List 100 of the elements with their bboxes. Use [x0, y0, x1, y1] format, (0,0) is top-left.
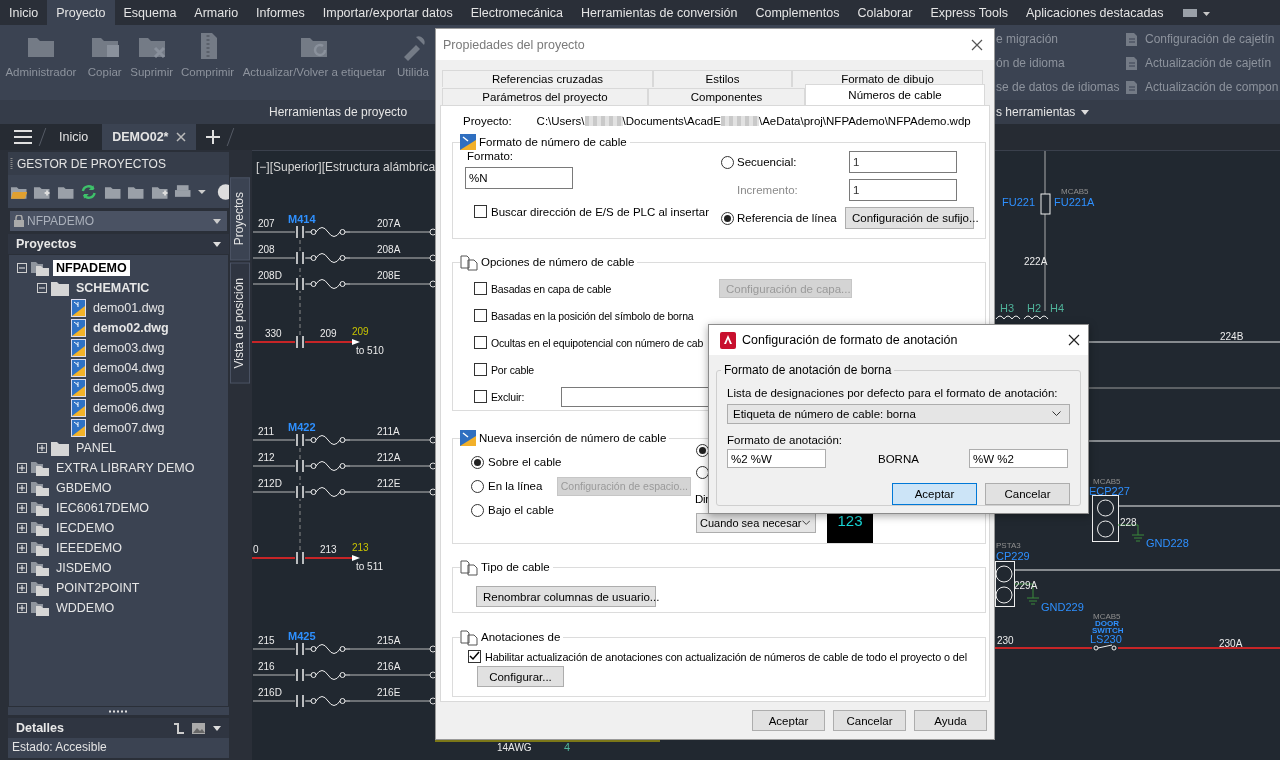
format-field[interactable]: %N [465, 167, 573, 189]
tree-item[interactable]: GBDEMO [53, 480, 115, 496]
number-preview: 123 [827, 513, 873, 543]
designation-dropdown[interactable]: Etiqueta de número de cable: borna [727, 404, 1070, 424]
tree-item[interactable]: WDDEMO [53, 600, 118, 616]
checkbox[interactable] [474, 390, 487, 403]
menu-item[interactable]: Esquema [114, 0, 186, 25]
add-icon[interactable] [206, 130, 221, 144]
dialog-button[interactable]: Aceptar [752, 710, 825, 731]
tab[interactable]: Números de cable [805, 84, 985, 105]
dialog-button[interactable]: Cancelar [833, 710, 906, 731]
expander-icon[interactable] [17, 263, 27, 273]
menu-item[interactable]: Herramientas de conversión [572, 0, 747, 25]
dialog-button[interactable]: Aceptar [892, 483, 977, 505]
expander-icon[interactable] [17, 543, 27, 553]
tree-item[interactable]: demo07.dwg [90, 420, 168, 436]
project-dropdown[interactable]: NFPADEMO [10, 211, 227, 231]
expander-icon[interactable] [17, 483, 27, 493]
expander-icon[interactable] [17, 503, 27, 513]
menu-item[interactable]: Informes [247, 0, 314, 25]
checkbox[interactable] [474, 309, 487, 322]
document-tab[interactable]: DEMO02* [102, 124, 197, 150]
radio-button[interactable] [471, 503, 484, 517]
dialog-button[interactable]: Cancelar [985, 483, 1070, 505]
expander-icon[interactable] [37, 443, 47, 453]
tree-item[interactable]: demo02.dwg [90, 320, 172, 336]
expander-icon[interactable] [17, 603, 27, 613]
chevron-down-icon [801, 520, 810, 526]
tree-item[interactable]: EXTRA LIBRARY DEMO [53, 460, 198, 476]
checkbox[interactable] [474, 205, 487, 218]
image-icon[interactable] [192, 722, 205, 734]
menu-item[interactable]: Importar/exportar datos [313, 0, 462, 25]
menu-item[interactable]: Colaborar [848, 0, 922, 25]
tree-item[interactable]: SCHEMATIC [73, 280, 153, 296]
side-tab[interactable]: Vista de posición [230, 263, 250, 384]
wire-number: 216A [377, 661, 401, 672]
tree-item[interactable]: demo06.dwg [90, 400, 168, 416]
grip-icon[interactable] [10, 157, 13, 170]
tab[interactable]: Parámetros del proyecto [442, 88, 648, 105]
tree-item[interactable]: PANEL [73, 440, 120, 456]
terminal-symbol [429, 671, 437, 679]
tree-item[interactable]: demo04.dwg [90, 360, 168, 376]
menu-icon[interactable] [14, 130, 32, 144]
refresh-icon[interactable] [80, 182, 98, 201]
radio-label: Referencia de línea [737, 212, 838, 224]
checkbox[interactable] [474, 282, 487, 295]
direction-dropdown[interactable]: Cuando sea necesar [696, 513, 816, 533]
expander-icon[interactable] [17, 563, 27, 573]
menu-item[interactable]: Express Tools [921, 0, 1017, 25]
menu-item[interactable]: Proyecto [47, 0, 115, 25]
workspace-icon[interactable] [1182, 8, 1213, 18]
start-field[interactable]: 1 [849, 151, 957, 173]
tree-item[interactable]: IECDEMO [53, 520, 118, 536]
expander-icon[interactable] [17, 523, 27, 533]
terminal-symbol [429, 462, 437, 470]
caret-icon[interactable] [213, 725, 221, 731]
tab[interactable]: Estilos [653, 70, 792, 87]
expander-icon[interactable] [17, 583, 27, 593]
list-view-icon[interactable] [173, 722, 184, 734]
viewport-controls[interactable]: [−][Superior][Estructura alámbrica [256, 160, 436, 174]
tree-item[interactable]: IEEEDEMO [53, 540, 125, 556]
menu-item[interactable]: Armario [185, 0, 248, 25]
group-title: Formato de número de cable [479, 136, 627, 148]
expander-icon[interactable] [17, 463, 27, 473]
configure-button[interactable]: Configurar... [477, 666, 564, 687]
close-icon[interactable] [1068, 334, 1080, 346]
checkbox[interactable] [474, 363, 487, 376]
tab[interactable]: Referencias cruzadas [442, 70, 653, 87]
checkbox[interactable] [474, 336, 487, 349]
drawing-label: LS230 [1090, 634, 1122, 645]
tree-item[interactable]: demo03.dwg [90, 340, 168, 356]
expander-icon[interactable] [37, 283, 47, 293]
tree-item[interactable]: POINT2POINT [53, 580, 143, 596]
tab[interactable]: Componentes [648, 88, 805, 105]
format-field[interactable]: %2 %W [727, 449, 826, 468]
tree-item[interactable]: demo01.dwg [90, 300, 168, 316]
radio-label: En la línea [488, 480, 543, 492]
side-tab[interactable]: Proyectos [230, 177, 250, 261]
menu-item[interactable]: Electromecánica [461, 0, 573, 25]
tree-item[interactable]: demo05.dwg [90, 380, 168, 396]
dialog-button[interactable]: Ayuda [914, 710, 987, 731]
tree-item[interactable]: JISDEMO [53, 560, 115, 576]
radio-button[interactable] [471, 455, 484, 469]
radio-button[interactable] [721, 155, 734, 169]
caret-icon[interactable] [213, 241, 221, 247]
radio-button[interactable] [721, 211, 734, 225]
tree-item[interactable]: NFPADEMO [53, 260, 130, 276]
menu-item[interactable]: Aplicaciones destacadas [1016, 0, 1173, 25]
ribbon-panel-label[interactable]: s herramientas [996, 105, 1090, 119]
start-tab[interactable]: Inicio [53, 130, 95, 144]
increment-field[interactable]: 1 [849, 179, 957, 201]
checkbox[interactable] [468, 650, 481, 663]
menu-item[interactable]: Complementos [746, 0, 849, 25]
contact-symbol [295, 251, 305, 265]
radio-button[interactable] [471, 479, 484, 493]
document-icon [1124, 55, 1139, 71]
format-field[interactable]: %W %2 [969, 449, 1068, 468]
close-icon[interactable] [971, 38, 983, 51]
menu-item[interactable]: Inicio [0, 0, 48, 25]
tree-item[interactable]: IEC60617DEMO [53, 500, 153, 516]
